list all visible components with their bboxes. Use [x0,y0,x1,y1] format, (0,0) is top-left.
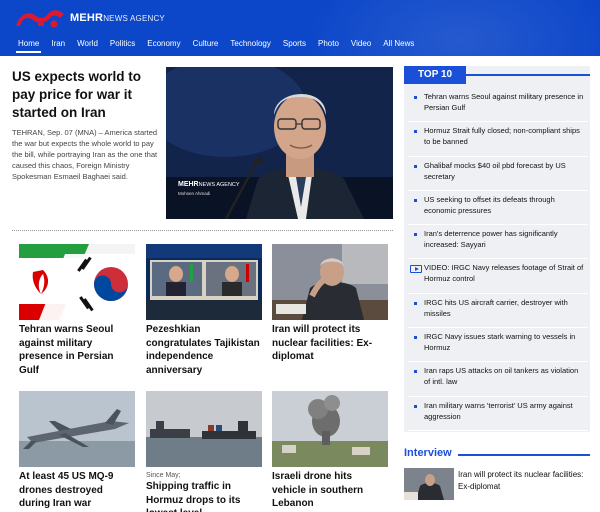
news-card[interactable]: Tehran warns Seoul against military pres… [19,244,135,377]
site-header: MEHRNEWS AGENCY Home Iran World Politics… [0,0,600,56]
spokesman-photo [166,67,393,219]
hormuz-ships-image [146,391,262,467]
news-card-title[interactable]: Shipping traffic in Hormuz drops to its … [146,480,262,512]
interview-heading[interactable]: Interview [404,447,452,459]
ex-diplomat-image [272,244,388,320]
nav-iran[interactable]: Iran [45,36,71,54]
mehr-logo-icon [16,10,64,28]
top10-item-label: VIDEO: IRGC Navy releases footage of Str… [424,263,584,284]
nav-politics[interactable]: Politics [104,36,141,54]
news-card-title[interactable]: Iran will protect its nuclear facilities… [272,323,388,364]
section-divider [12,230,393,231]
top10-item[interactable]: IRGC Navy issues stark warning to vessel… [408,328,588,363]
nav-economy[interactable]: Economy [141,36,186,54]
nav-photo[interactable]: Photo [312,36,345,54]
news-card-title[interactable]: At least 45 US MQ-9 drones destroyed dur… [19,470,135,511]
main-nav: Home Iran World Politics Economy Culture… [12,36,420,54]
logo-wordmark: MEHRNEWS AGENCY [70,12,165,24]
nav-world[interactable]: World [71,36,104,54]
nav-technology[interactable]: Technology [224,36,276,54]
lead-photo[interactable]: MEHRNEWS AGENCY Mohsen Ahmadi [166,67,393,219]
top10-rule [466,74,590,76]
top10-item[interactable]: Iran raps US attacks on oil tankers as v… [408,362,588,397]
photo-watermark: MEHRNEWS AGENCY [178,181,240,188]
mq9-drone-image [19,391,135,467]
news-card[interactable]: Pezeshkian congratulates Tajikistan inde… [146,244,262,377]
nav-sports[interactable]: Sports [277,36,312,54]
news-card[interactable]: Israeli drone hits vehicle in southern L… [272,391,388,511]
top10-heading: TOP 10 [404,66,466,84]
news-card[interactable]: Since May; Shipping traffic in Hormuz dr… [146,391,262,512]
lead-summary: TEHRAN, Sep. 07 (MNA) – America started … [12,128,158,181]
interview-rule [458,454,590,456]
presidents-call-image [146,244,262,320]
news-card[interactable]: Iran will protect its nuclear facilities… [272,244,388,364]
news-card-title[interactable]: Israeli drone hits vehicle in southern L… [272,470,388,511]
top10-item[interactable]: Iran military warns 'terrorist' US army … [408,397,588,431]
video-icon [410,265,422,274]
news-card[interactable]: At least 45 US MQ-9 drones destroyed dur… [19,391,135,511]
news-thumbnail[interactable] [272,244,388,320]
news-card-tag: Since May; [146,472,181,479]
nav-culture[interactable]: Culture [187,36,225,54]
nav-video[interactable]: Video [345,36,377,54]
top10-item[interactable]: Iran's deterrence power has significantl… [408,225,588,260]
photo-credit: Mohsen Ahmadi [178,191,211,196]
news-thumbnail[interactable] [146,391,262,467]
site-logo[interactable]: MEHRNEWS AGENCY [14,5,165,31]
interview-title[interactable]: Iran will protect its nuclear facilities… [458,469,588,492]
interview-thumbnail[interactable] [404,468,454,500]
top10-item[interactable]: IRGC hits US aircraft carrier, destroyer… [408,294,588,329]
news-card-title[interactable]: Tehran warns Seoul against military pres… [19,323,135,377]
top10-panel: TOP 10 Tehran warns Seoul against milita… [404,66,590,432]
top10-item[interactable]: Tehran warns Seoul against military pres… [408,88,588,123]
news-card-title[interactable]: Pezeshkian congratulates Tajikistan inde… [146,323,262,377]
lead-headline[interactable]: US expects world to pay price for war it… [12,68,160,122]
drone-strike-smoke-image [272,391,388,467]
top10-item[interactable]: US seeking to offset its defeats through… [408,191,588,226]
top10-item[interactable]: Hormuz Strait fully closed; non-complian… [408,122,588,157]
news-thumbnail[interactable] [19,244,135,320]
news-thumbnail[interactable] [272,391,388,467]
nav-home[interactable]: Home [12,36,45,54]
interview-photo [404,468,454,500]
iran-korea-flags-image [19,244,135,320]
nav-all-news[interactable]: All News [377,36,420,54]
top10-list: Tehran warns Seoul against military pres… [408,88,588,431]
top10-item[interactable]: Ghalibaf mocks $40 oil pbd forecast by U… [408,157,588,191]
news-thumbnail[interactable] [19,391,135,467]
top10-item-video[interactable]: VIDEO: IRGC Navy releases footage of Str… [408,259,588,294]
news-thumbnail[interactable] [146,244,262,320]
